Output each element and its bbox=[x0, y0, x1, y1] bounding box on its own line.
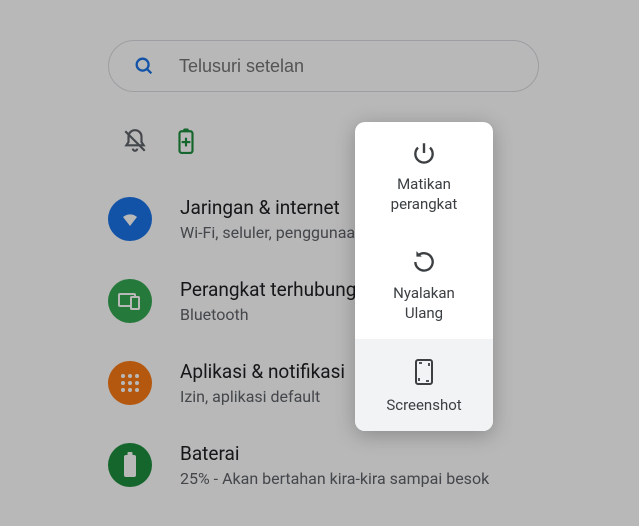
power-icon bbox=[411, 140, 437, 166]
battery-icon bbox=[108, 443, 152, 487]
devices-icon bbox=[108, 279, 152, 323]
settings-screen: Jaringan & internet Wi-Fi, seluler, peng… bbox=[0, 0, 639, 506]
apps-icon bbox=[108, 361, 152, 405]
screenshot-icon bbox=[413, 357, 435, 387]
power-label: Matikanperangkat bbox=[391, 174, 458, 215]
search-bar[interactable] bbox=[108, 40, 539, 92]
dnd-off-icon bbox=[122, 128, 148, 154]
item-subtitle: 25% - Akan bertahan kira-kira sampai bes… bbox=[180, 469, 539, 488]
battery-saver-icon bbox=[178, 128, 194, 154]
search-icon bbox=[133, 55, 155, 77]
power-label: Screenshot bbox=[386, 395, 461, 415]
settings-item-battery[interactable]: Baterai 25% - Akan bertahan kira-kira sa… bbox=[108, 424, 539, 506]
wifi-icon bbox=[108, 197, 152, 241]
item-title: Baterai bbox=[180, 442, 539, 465]
restart-button[interactable]: NyalakanUlang bbox=[355, 231, 493, 340]
power-menu: Matikanperangkat NyalakanUlang Screensho… bbox=[355, 122, 493, 431]
restart-icon bbox=[411, 249, 437, 275]
screenshot-button[interactable]: Screenshot bbox=[355, 339, 493, 431]
search-input[interactable] bbox=[179, 56, 514, 77]
power-label: NyalakanUlang bbox=[393, 283, 455, 324]
power-off-button[interactable]: Matikanperangkat bbox=[355, 122, 493, 231]
